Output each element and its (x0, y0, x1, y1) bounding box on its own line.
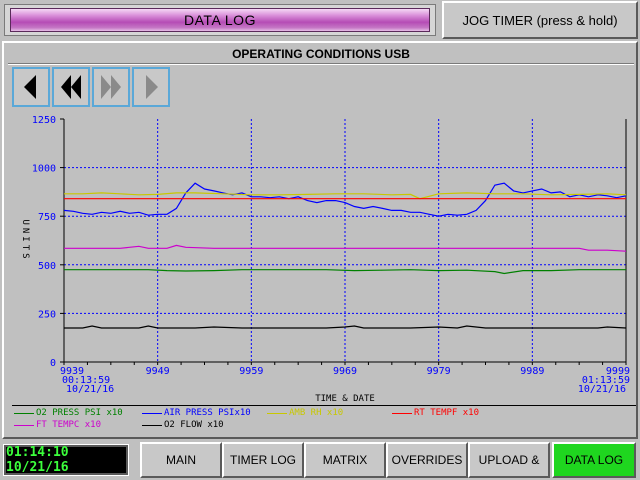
nav-rewind-button[interactable] (52, 67, 90, 107)
legend-divider (12, 405, 636, 406)
page-title: DATA LOG (10, 8, 430, 32)
x-tick-label: 9979 (427, 366, 451, 377)
menu-overrides-button[interactable]: OVERRIDES (386, 442, 468, 478)
y-tick-label: 1250 (32, 115, 56, 126)
y-axis-label: UNITS (20, 219, 30, 261)
play-left-icon (24, 75, 36, 99)
y-tick-label: 500 (38, 261, 56, 272)
top-bar: DATA LOG JOG TIMER (press & hold) (0, 0, 640, 40)
y-tick-label: 0 (50, 358, 56, 369)
fast-forward-icon (101, 75, 121, 99)
legend-swatch (392, 412, 412, 414)
legend-swatch (142, 412, 162, 414)
x-end-date: 10/21/16 (578, 384, 626, 395)
menu-matrix-button[interactable]: MATRIX (304, 442, 386, 478)
legend-label: FT TEMPC x10 (36, 420, 102, 430)
legend-item: FT TEMPC x10 (14, 420, 101, 430)
menu-data-log-button[interactable]: DATA LOG (552, 442, 636, 478)
legend-swatch (267, 412, 287, 414)
nav-last-button[interactable] (132, 67, 170, 107)
panel-subtitle: OPERATING CONDITIONS USB (232, 47, 410, 61)
x-tick-label: 9959 (239, 366, 263, 377)
clock-display: 01:14:10 10/21/16 (3, 444, 129, 476)
legend-swatch (142, 424, 162, 426)
nav-first-button[interactable] (12, 67, 50, 107)
nav-fast-forward-button[interactable] (92, 67, 130, 107)
title-panel: DATA LOG (4, 4, 436, 36)
legend-label: O2 FLOW x10 (164, 420, 224, 430)
legend-label: AMB RH x10 (289, 408, 344, 418)
trend-chart: 0 250 500 750 1000 1250 9939 9949 9959 9969 9979 99… (12, 109, 636, 415)
legend-item: AMB RH x10 (267, 408, 343, 418)
y-tick-label: 1000 (32, 164, 56, 175)
legend-label: AIR PRESS PSIx10 (164, 408, 251, 418)
rewind-icon (61, 75, 81, 99)
chart-legend: O2 PRESS PSI x10 AIR PRESS PSIx10 AMB RH x… (12, 405, 636, 435)
play-right-icon (146, 75, 158, 99)
main-panel: OPERATING CONDITIONS USB 0 250 500 750 1000 1… (2, 41, 638, 439)
bottom-bar: 01:14:10 10/21/16 MAIN TIMER LOG MATRIX OVE… (0, 440, 640, 480)
legend-item: O2 PRESS PSI x10 (14, 408, 123, 418)
legend-item: RT TEMPF x10 (392, 408, 479, 418)
x-start-date: 10/21/16 (66, 384, 114, 395)
menu-upload-button[interactable]: UPLOAD & (468, 442, 550, 478)
subtitle-divider (8, 63, 634, 65)
legend-label: RT TEMPF x10 (414, 408, 480, 418)
legend-item: AIR PRESS PSIx10 (142, 408, 251, 418)
x-tick-label: 9949 (146, 366, 170, 377)
jog-timer-button[interactable]: JOG TIMER (press & hold) (442, 1, 638, 39)
x-tick-label: 9969 (333, 366, 357, 377)
legend-swatch (14, 424, 34, 426)
x-axis-label: TIME & DATE (315, 394, 375, 404)
y-tick-label: 250 (38, 309, 56, 320)
menu-main-button[interactable]: MAIN (140, 442, 222, 478)
legend-swatch (14, 412, 34, 414)
y-tick-label: 750 (38, 212, 56, 223)
menu-timer-log-button[interactable]: TIMER LOG (222, 442, 304, 478)
x-tick-label: 9989 (520, 366, 544, 377)
trend-chart-svg: 0250500750100012509939 9949 9959 9969 9979 99… (20, 115, 630, 404)
legend-item: O2 FLOW x10 (142, 420, 224, 430)
legend-label: O2 PRESS PSI x10 (36, 408, 123, 418)
